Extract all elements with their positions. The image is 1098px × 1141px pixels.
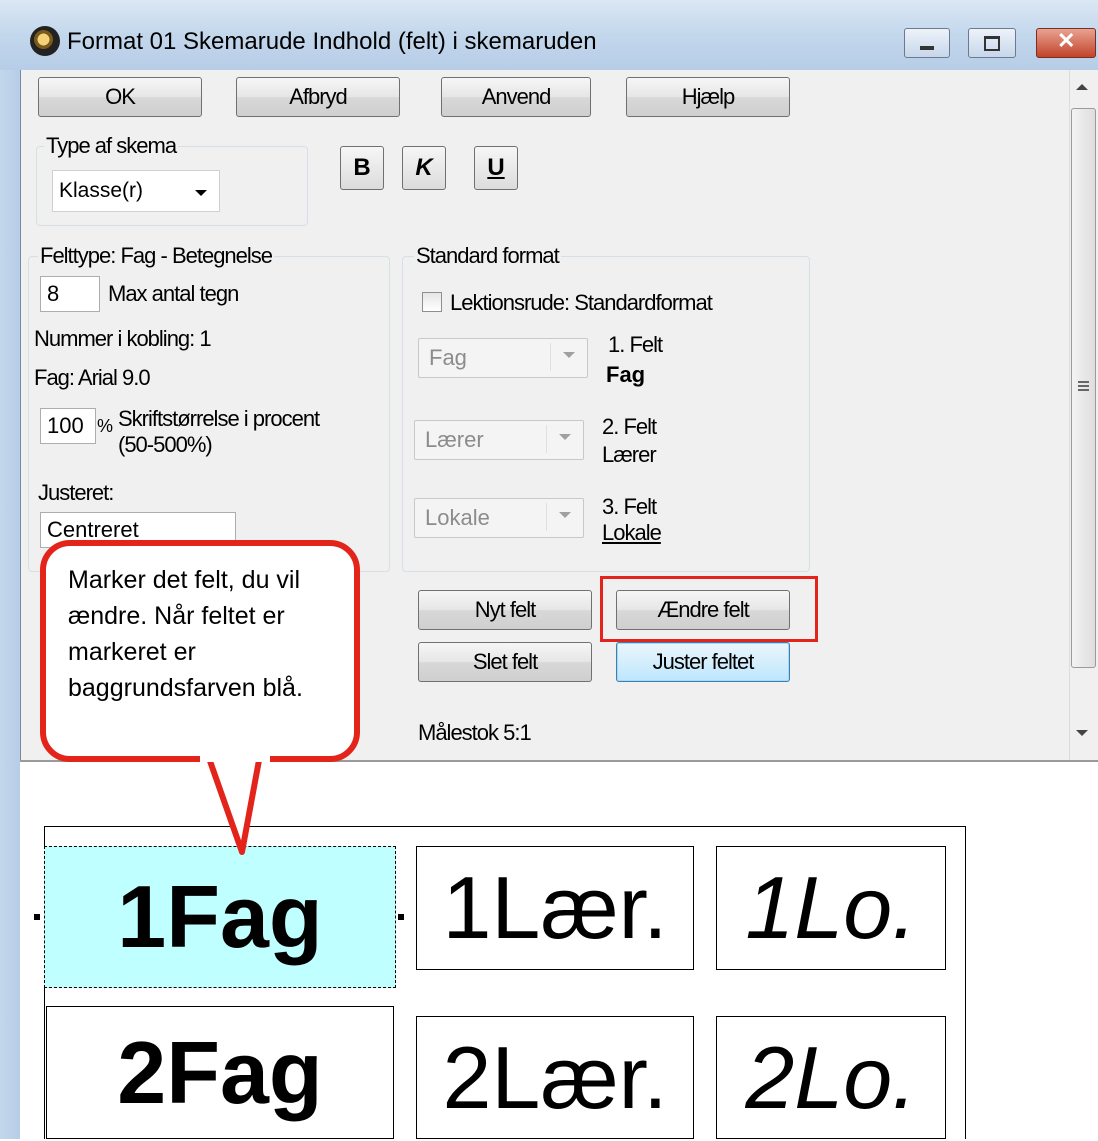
minimize-button[interactable] (904, 28, 950, 58)
field2-caption: 2. Felt (602, 414, 657, 439)
link-number-text: Nummer i kobling: 1 (34, 326, 212, 351)
apply-button[interactable]: Anvend (441, 77, 591, 117)
grip-icon (1078, 381, 1089, 383)
combo-separator (546, 425, 547, 453)
delete-field-button[interactable]: Slet felt (418, 642, 592, 682)
preview-cell[interactable]: 2Lo. (716, 1016, 946, 1139)
maximize-button[interactable] (968, 28, 1016, 58)
font-size-input[interactable]: 100 (40, 408, 96, 444)
maximize-icon (984, 36, 1000, 51)
chevron-down-icon (559, 434, 571, 440)
cancel-button[interactable]: Afbryd (236, 77, 400, 117)
schedule-type-value: Klasse(r) (59, 179, 144, 202)
font-info-text: Fag: Arial 9.0 (34, 365, 151, 390)
preview-cell[interactable]: 1Lo. (716, 846, 946, 970)
clock-icon (30, 26, 60, 56)
max-chars-input[interactable]: 8 (40, 276, 100, 312)
standard-format-legend: Standard format (414, 243, 561, 269)
font-size-range: (50-500%) (118, 432, 213, 457)
highlight-box (600, 576, 818, 642)
schedule-type-legend: Type af skema (44, 133, 179, 159)
resize-handle[interactable] (34, 914, 40, 920)
bold-icon: B (353, 154, 371, 181)
chevron-down-icon (195, 190, 207, 196)
percent-sign: % (97, 416, 113, 436)
italic-icon: K (415, 154, 433, 181)
italic-button[interactable]: K (402, 146, 446, 190)
scroll-up-icon[interactable] (1076, 84, 1088, 90)
callout-joint (200, 740, 270, 762)
help-button[interactable]: Hjælp (626, 77, 790, 117)
field2-combo[interactable]: Lærer (414, 420, 584, 460)
schedule-type-select[interactable]: Klasse(r) (52, 170, 220, 212)
field1-combo[interactable]: Fag (418, 338, 588, 378)
field3-combo[interactable]: Lokale (414, 498, 584, 538)
field3-combo-value: Lokale (425, 505, 490, 530)
close-button[interactable]: ✕ (1036, 28, 1096, 58)
standard-format-checkbox-label: Lektionsrude: Standardformat (450, 290, 713, 315)
field2-combo-value: Lærer (425, 427, 484, 452)
scroll-down-icon[interactable] (1076, 730, 1088, 736)
field1-combo-value: Fag (429, 345, 467, 370)
new-field-button[interactable]: Nyt felt (418, 590, 592, 630)
align-label: Justeret: (38, 480, 114, 505)
minimize-icon (920, 46, 934, 50)
preview-cell[interactable]: 1Lær. (416, 846, 694, 970)
window-title: Format 01 Skemarude Indhold (felt) i ske… (67, 28, 597, 55)
underline-button[interactable]: U (474, 146, 518, 190)
resize-handle[interactable] (398, 914, 404, 920)
callout-text: Marker det felt, du vil ændre. Når felte… (68, 566, 303, 702)
combo-separator (546, 503, 547, 531)
font-size-label: Skriftstørrelse i procent (118, 406, 320, 431)
chevron-down-icon (563, 352, 575, 358)
bold-button[interactable]: B (340, 146, 384, 190)
field1-caption: 1. Felt (608, 332, 663, 357)
field-type-legend: Felttype: Fag - Betegnelse (38, 243, 275, 269)
preview-cell-selected[interactable]: 1Fag (44, 846, 396, 988)
preview-cell[interactable]: 2Lær. (416, 1016, 694, 1139)
field2-name: Lærer (602, 442, 657, 467)
adjust-field-button[interactable]: Juster feltet (616, 642, 790, 682)
scale-label: Målestok 5:1 (418, 720, 532, 745)
max-chars-label: Max antal tegn (108, 281, 239, 306)
ok-button[interactable]: OK (38, 77, 202, 117)
field3-caption: 3. Felt (602, 494, 657, 519)
chevron-down-icon (559, 512, 571, 518)
close-icon: ✕ (1057, 28, 1076, 53)
combo-separator (550, 343, 551, 371)
preview-cell[interactable]: 2Fag (46, 1006, 394, 1139)
field3-name: Lokale (602, 520, 662, 545)
window-frame-left (0, 70, 21, 1139)
standard-format-checkbox[interactable] (422, 292, 442, 312)
underline-icon: U (487, 154, 505, 181)
scrollbar-thumb[interactable] (1071, 108, 1096, 668)
field1-name: Fag (606, 362, 646, 387)
